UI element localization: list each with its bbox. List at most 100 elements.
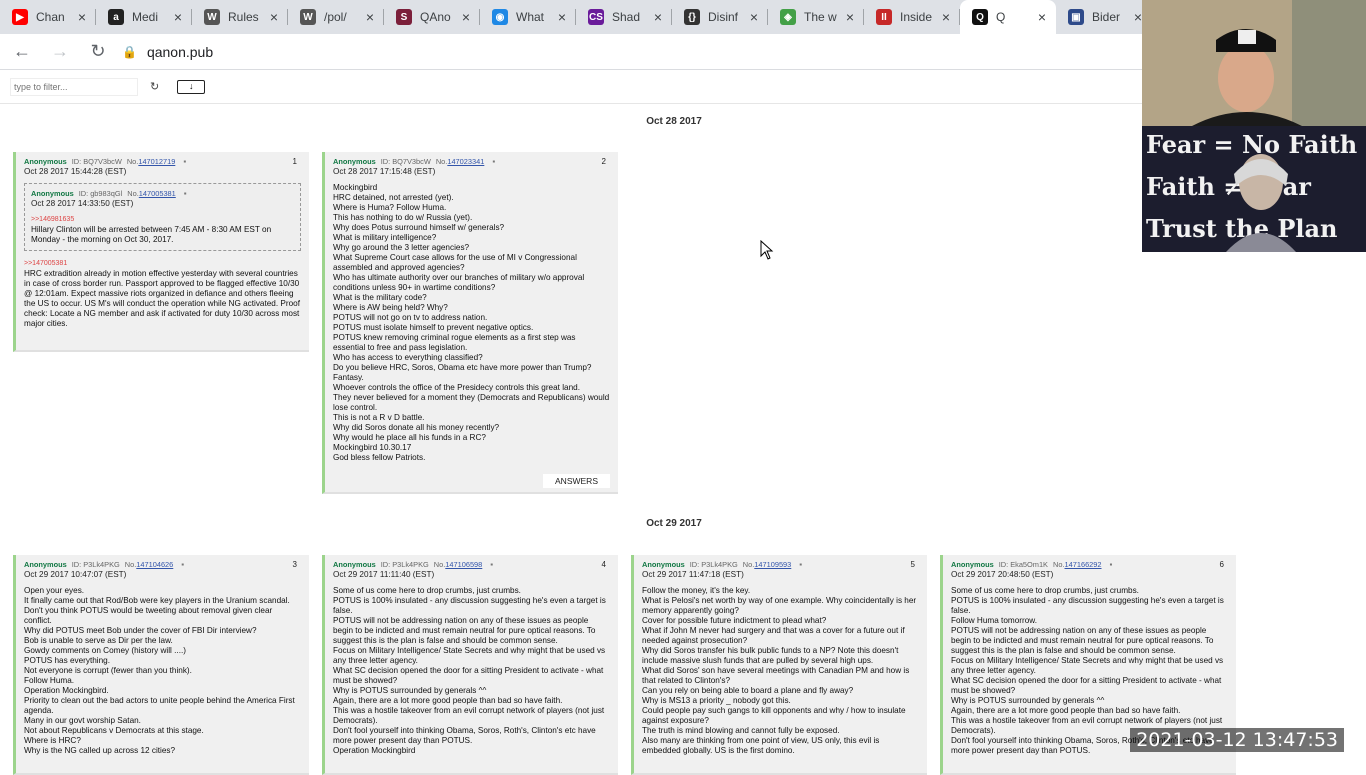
post-date: Oct 29 2017 11:11:40 (EST)	[333, 570, 610, 580]
close-tab-icon[interactable]: ×	[746, 9, 762, 25]
post-index: 3	[293, 560, 297, 570]
folder-icon[interactable]: ▪	[1110, 560, 1113, 570]
cs-logo-icon: CS	[588, 9, 604, 25]
quoted-reply: Anonymous ID: gb983qGl No.147005381 ▪ Oc…	[24, 183, 301, 251]
post-number-link[interactable]: 147012719	[138, 157, 175, 167]
person-silhouette-icon	[1142, 0, 1366, 126]
amazon-icon: a	[108, 9, 124, 25]
answers-button[interactable]: ANSWERS	[543, 474, 610, 488]
browser-tab[interactable]: S QAno×	[384, 0, 480, 34]
folder-icon[interactable]: ▪	[492, 157, 495, 167]
tab-title: Inside	[900, 10, 938, 24]
post-number-link[interactable]: 147109593	[754, 560, 791, 570]
tab-title: /pol/	[324, 10, 362, 24]
close-tab-icon[interactable]: ×	[266, 9, 282, 25]
reply-text: Hillary Clinton will be arrested between…	[31, 225, 294, 245]
close-tab-icon[interactable]: ×	[1034, 9, 1050, 25]
tab-title: Rules	[228, 10, 266, 24]
browser-tab[interactable]: ▣Bider×	[1056, 0, 1142, 34]
folder-icon[interactable]: ▪	[490, 560, 493, 570]
browser-tab[interactable]: WRules×	[192, 0, 288, 34]
post-number-link[interactable]: 147104626	[136, 560, 173, 570]
post-date: Oct 29 2017 11:47:18 (EST)	[642, 570, 919, 580]
post-date: Oct 29 2017 10:47:07 (EST)	[24, 570, 301, 580]
forward-button[interactable]: →	[44, 36, 76, 68]
poster-id: ID: P3Lk4PKG	[72, 560, 120, 570]
post-number-prefix: No.	[434, 560, 446, 570]
webcam-feed-host	[1142, 0, 1366, 126]
browser-tab[interactable]: ▶ Chan×	[0, 0, 96, 34]
browser-tab[interactable]: CS Shad×	[576, 0, 672, 34]
tab-title: The w	[804, 10, 842, 24]
browser-tab[interactable]: IIInside×	[864, 0, 960, 34]
post-number-prefix: No.	[1053, 560, 1065, 570]
reload-button[interactable]: ↻	[82, 36, 114, 68]
url-field[interactable]: 🔒 qanon.pub	[122, 44, 213, 60]
post-header: Anonymous ID: BQ7V3bcW No.147023341 ▪	[333, 157, 610, 167]
post-number-link[interactable]: 147166292	[1065, 560, 1102, 570]
close-tab-icon[interactable]: ×	[362, 9, 378, 25]
tab-strip: ▶Chan×aMedi×WRules×W/pol/×SQAno×◉What×CS…	[0, 0, 1142, 34]
browser-tab[interactable]: {}Disinf×	[672, 0, 768, 34]
reply-number-link[interactable]: 147005381	[139, 189, 176, 199]
close-tab-icon[interactable]: ×	[554, 9, 570, 25]
post-card: Anonymous ID: P3Lk4PKG No.147106598 ▪ 4 …	[322, 555, 618, 775]
post-text: Follow the money, it's the key. What is …	[642, 586, 919, 756]
tab-title: Shad	[612, 10, 650, 24]
close-tab-icon[interactable]: ×	[458, 9, 474, 25]
post-index: 2	[602, 157, 606, 167]
poster-id: ID: BQ7V3bcW	[72, 157, 122, 167]
browser-tab[interactable]: QQ×	[960, 0, 1056, 34]
tab-title: Q	[996, 10, 1034, 24]
browser-tab[interactable]: aMedi×	[96, 0, 192, 34]
folder-icon[interactable]: ▪	[183, 157, 186, 167]
back-button[interactable]: ←	[6, 36, 38, 68]
q-logo-icon: Q	[972, 9, 988, 25]
tab-title: What	[516, 10, 554, 24]
tab-title: Chan	[36, 10, 74, 24]
post-date: Oct 29 2017 20:48:50 (EST)	[951, 570, 1228, 580]
youtube-icon: ▶	[12, 9, 28, 25]
post-author: Anonymous	[951, 560, 994, 570]
browser-tab[interactable]: W/pol/×	[288, 0, 384, 34]
post-index: 4	[602, 560, 606, 570]
filter-input[interactable]	[10, 78, 138, 96]
download-button[interactable]: ↓	[177, 80, 205, 94]
browser-tab[interactable]: ◈ The w×	[768, 0, 864, 34]
post-header: Anonymous ID: P3Lk4PKG No.147109593 ▪	[642, 560, 919, 570]
reply-number-prefix: No.	[127, 189, 139, 199]
sticker-icon: ◈	[780, 9, 796, 25]
folder-icon[interactable]: ▪	[184, 189, 187, 199]
globe-icon: ◉	[492, 9, 508, 25]
post-number-link[interactable]: 147106598	[445, 560, 482, 570]
refresh-icon[interactable]: ↻	[150, 80, 159, 93]
close-tab-icon[interactable]: ×	[74, 9, 90, 25]
lock-icon[interactable]: 🔒	[122, 45, 137, 59]
webcam-feed-guest: Fear = No Faith Faith ≠ Fear Trust the P…	[1142, 126, 1366, 252]
close-tab-icon[interactable]: ×	[842, 9, 858, 25]
post-index: 5	[911, 560, 915, 570]
post-author: Anonymous	[333, 157, 376, 167]
close-tab-icon[interactable]: ×	[1130, 9, 1142, 25]
reply-author: Anonymous	[31, 189, 74, 199]
browser-tab[interactable]: ◉ What×	[480, 0, 576, 34]
post-number-prefix: No.	[436, 157, 448, 167]
close-tab-icon[interactable]: ×	[170, 9, 186, 25]
close-tab-icon[interactable]: ×	[938, 9, 954, 25]
reply-header: Anonymous ID: gb983qGl No.147005381 ▪	[31, 189, 294, 199]
post-text: Some of us come here to drop crumbs, jus…	[333, 586, 610, 756]
post-header: Anonymous ID: BQ7V3bcW No.147012719 ▪	[24, 157, 301, 167]
date-header: Oct 29 2017	[0, 518, 1348, 529]
quote-link[interactable]: >>147005381	[24, 259, 301, 269]
post-number-link[interactable]: 147023341	[447, 157, 484, 167]
close-tab-icon[interactable]: ×	[650, 9, 666, 25]
s-logo-icon: S	[396, 9, 412, 25]
folder-icon[interactable]: ▪	[181, 560, 184, 570]
folder-icon[interactable]: ▪	[799, 560, 802, 570]
reply-quote-link[interactable]: >>146981635	[31, 215, 294, 225]
post-index: 1	[293, 157, 297, 167]
tab-title: QAno	[420, 10, 458, 24]
post-author: Anonymous	[24, 157, 67, 167]
post-header: Anonymous ID: Eka5Om1K No.147166292 ▪	[951, 560, 1228, 570]
post-author: Anonymous	[333, 560, 376, 570]
